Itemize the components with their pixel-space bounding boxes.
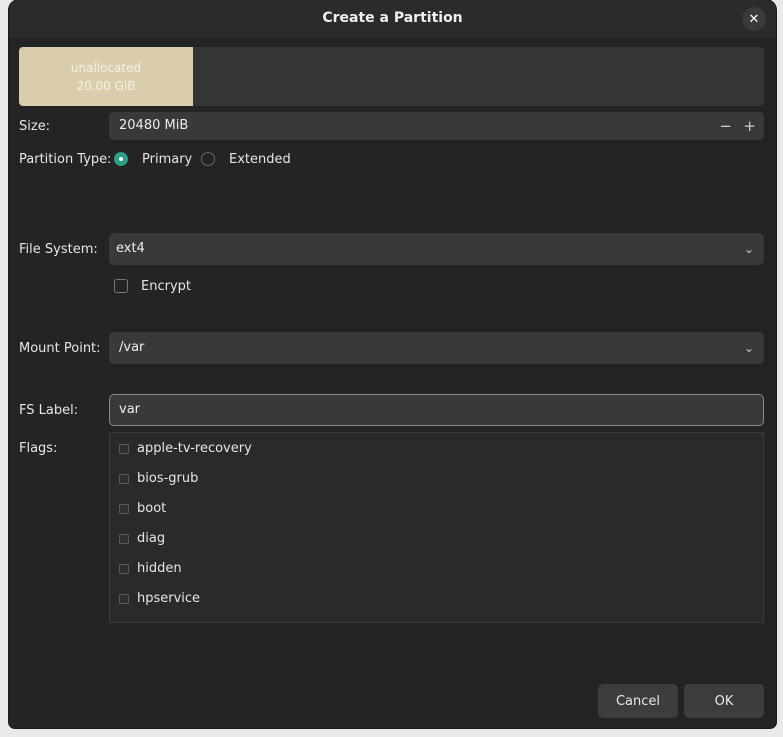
size-spinbox[interactable]: 20480 MiB − + (109, 112, 764, 140)
cancel-button[interactable]: Cancel (598, 684, 678, 718)
close-button[interactable]: ✕ (742, 7, 766, 31)
flag-label: apple-tv-recovery (137, 441, 252, 456)
titlebar: Create a Partition ✕ (9, 0, 776, 38)
flag-label: boot (137, 501, 167, 516)
primary-label[interactable]: Primary (142, 152, 192, 167)
flag-item[interactable]: hpservice (110, 584, 763, 614)
mount-point-value: /var (119, 340, 145, 355)
flag-checkbox[interactable] (119, 594, 129, 604)
flag-item[interactable]: apple-tv-recovery (110, 434, 763, 464)
flag-checkbox[interactable] (119, 504, 129, 514)
extended-radio[interactable] (201, 152, 215, 166)
flag-label: hpservice (137, 591, 201, 606)
flag-label: diag (137, 531, 166, 546)
file-system-value: ext4 (116, 241, 145, 256)
flag-checkbox[interactable] (119, 474, 129, 484)
mount-point-dropdown[interactable]: /var ⌄ (109, 332, 764, 364)
size-value[interactable]: 20480 MiB (119, 112, 188, 140)
fs-label-input[interactable]: var (109, 394, 764, 426)
primary-radio[interactable] (114, 152, 128, 166)
mount-point-label: Mount Point: (19, 341, 101, 356)
flag-item[interactable]: hidden (110, 554, 763, 584)
fs-label-value[interactable]: var (119, 395, 140, 425)
flag-checkbox[interactable] (119, 444, 129, 454)
flag-item[interactable]: boot (110, 494, 763, 524)
flag-checkbox[interactable] (119, 534, 129, 544)
flag-item[interactable]: bios-grub (110, 464, 763, 494)
create-partition-dialog: Create a Partition ✕ unallocated 20.00 G… (9, 0, 776, 728)
encrypt-checkbox[interactable] (114, 279, 128, 293)
chevron-down-icon: ⌄ (743, 341, 754, 355)
close-icon: ✕ (748, 11, 760, 27)
dialog-title: Create a Partition (322, 10, 463, 26)
size-label: Size: (19, 119, 51, 134)
chevron-down-icon: ⌄ (743, 242, 754, 256)
flag-label: bios-grub (137, 471, 199, 486)
ok-button[interactable]: OK (684, 684, 764, 718)
flag-label: hidden (137, 561, 182, 576)
flags-label: Flags: (19, 441, 58, 456)
segment-label: unallocated (70, 60, 142, 75)
decrement-button[interactable]: − (719, 112, 732, 140)
fs-label-label: FS Label: (19, 403, 79, 418)
flag-checkbox[interactable] (119, 564, 129, 574)
flag-item[interactable]: diag (110, 524, 763, 554)
disk-usage-bar: unallocated 20.00 GiB (19, 47, 764, 106)
segment-size: 20.00 GiB (76, 78, 136, 93)
increment-button[interactable]: + (743, 112, 756, 140)
file-system-label: File System: (19, 242, 98, 257)
unallocated-segment[interactable]: unallocated 20.00 GiB (19, 47, 193, 106)
encrypt-label[interactable]: Encrypt (141, 279, 191, 294)
flags-list[interactable]: apple-tv-recovery bios-grub boot diag hi… (109, 432, 764, 623)
partition-type-label: Partition Type: (19, 152, 112, 167)
file-system-dropdown[interactable]: ext4 ⌄ (109, 233, 764, 265)
extended-label[interactable]: Extended (229, 152, 291, 167)
